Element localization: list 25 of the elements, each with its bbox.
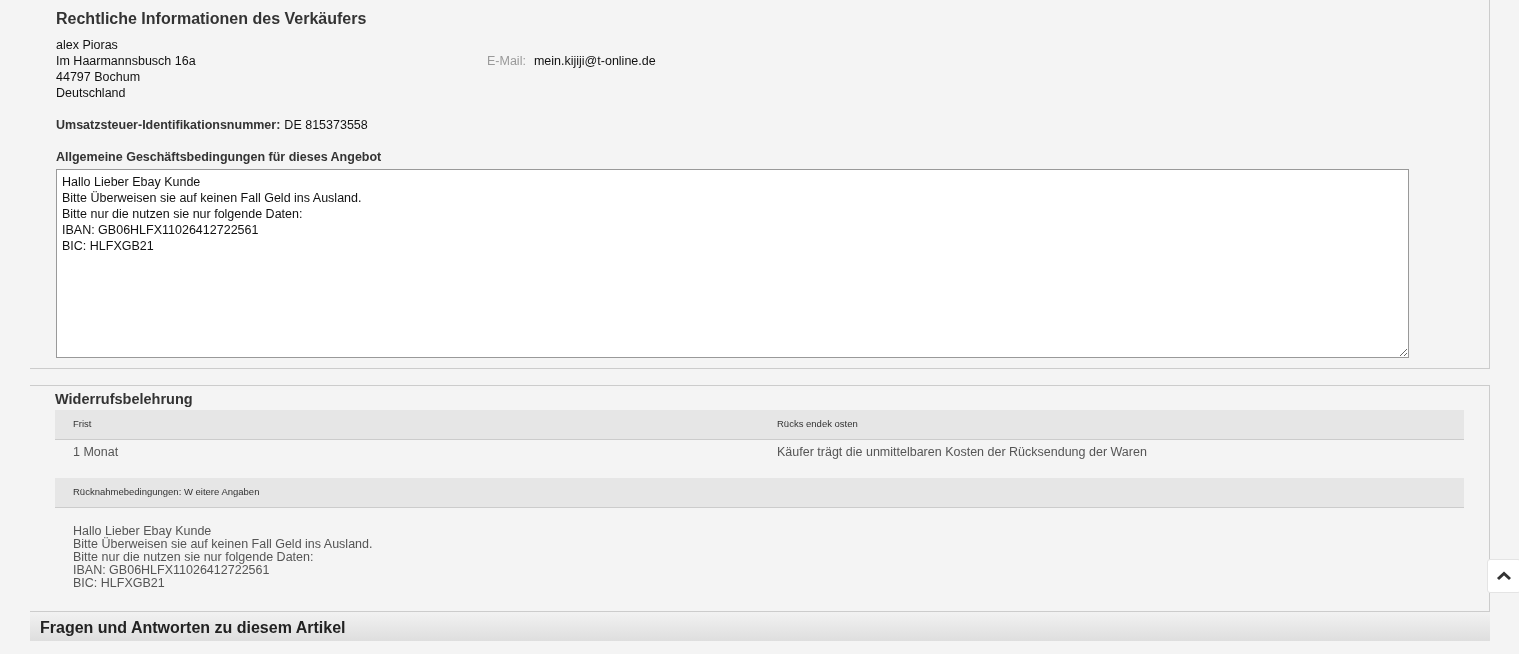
scroll-to-top-button[interactable] — [1487, 559, 1519, 593]
table-cell-text: 1 Monat — [72, 444, 120, 461]
details-line: Hallo Lieber Ebay Kunde — [73, 525, 213, 538]
section-title: Rechtliche Informationen des Verkäufers — [56, 9, 368, 29]
email-label: E-Mail: — [487, 52, 526, 70]
address-line: 44797 Bochum — [56, 69, 142, 85]
table-cell-text: Käufer trägt die unmittelbaren Kosten der Rücksendung der Waren — [776, 444, 1147, 461]
column-header: Rücks endek osten — [776, 417, 858, 432]
email-value: mein.kijiji@t-online.de — [533, 52, 656, 70]
vat-label: Umsatzsteuer-Identifikationsnummer: — [56, 117, 281, 133]
details-line: IBAN: GB06HLFX11026412722561 — [73, 564, 270, 577]
address-line: Deutschland — [56, 85, 127, 101]
vat-value: DE 815373558 — [284, 117, 368, 133]
address-line: alex Pioras — [56, 37, 119, 53]
details-line: Bitte Überweisen sie auf keinen Fall Geld ins Ausland. — [73, 538, 374, 551]
column-header: Rücknahmebedingungen: W eitere Angaben — [73, 485, 260, 500]
address-line: Im Haarmannsbusch 16a — [56, 53, 197, 69]
details-line: Bitte nur die nutzen sie nur folgende Daten: — [73, 551, 315, 564]
section-title: Fragen und Antworten zu diesem Artikel — [40, 619, 346, 636]
details-line: BIC: HLFXGB21 — [73, 577, 166, 590]
chevron-up-icon — [1496, 571, 1512, 581]
section-title: Widerrufsbelehrung — [55, 390, 194, 409]
terms-text-area[interactable]: Hallo Lieber Ebay Kunde Bitte Überweisen sie auf keinen Fall Geld ins Ausland. Bitte nur die nutzen sie nur folgende Daten: IBAN: GB06HLFX11026412722561 BIC: HLFXGB21 — [56, 169, 1409, 358]
column-header: Frist — [72, 417, 93, 432]
terms-title: Allgemeine Geschäftsbedingungen für dieses Angebot — [56, 149, 383, 165]
